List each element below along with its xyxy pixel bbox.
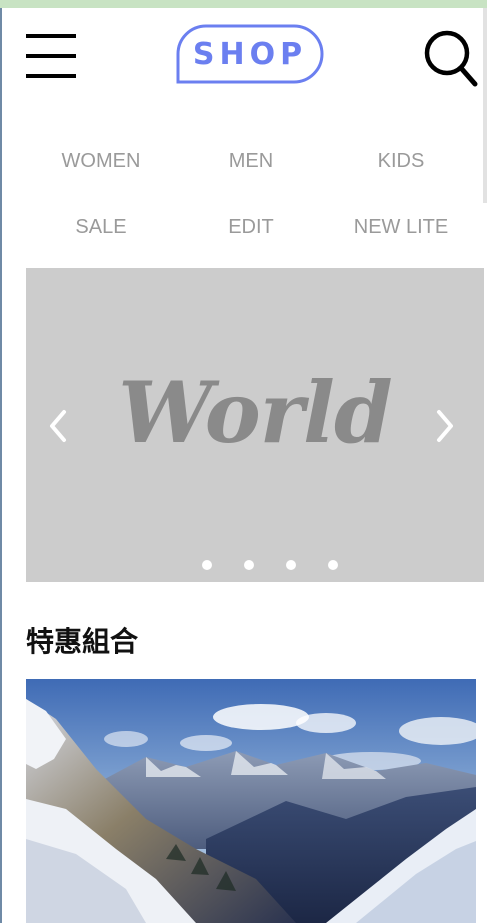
category-nav: WOMEN MEN KIDS SALE EDIT NEW LITE	[26, 128, 476, 260]
shop-logo[interactable]: SHOP	[176, 24, 324, 84]
chevron-right-icon[interactable]	[431, 406, 459, 446]
carousel-dot[interactable]	[286, 560, 296, 570]
nav-item-kids[interactable]: KIDS	[326, 128, 476, 194]
carousel-dot[interactable]	[328, 560, 338, 570]
carousel-dot[interactable]	[244, 560, 254, 570]
carousel-slide-text: World	[118, 363, 392, 462]
menu-bar	[26, 54, 76, 58]
carousel-dot[interactable]	[202, 560, 212, 570]
nav-item-women[interactable]: WOMEN	[26, 128, 176, 194]
nav-item-sale[interactable]: SALE	[26, 194, 176, 260]
featured-mountain-image[interactable]	[26, 679, 476, 923]
hero-carousel[interactable]: World	[26, 268, 484, 582]
nav-item-new-lite[interactable]: NEW LITE	[326, 194, 476, 260]
menu-bar	[26, 74, 76, 78]
nav-item-men[interactable]: MEN	[176, 128, 326, 194]
window-edge	[0, 8, 2, 923]
section-title: 特惠組合	[26, 625, 139, 658]
logo-text: SHOP	[192, 36, 308, 72]
menu-bar	[26, 34, 76, 38]
carousel-dots	[202, 560, 362, 572]
browser-top-strip	[0, 0, 487, 8]
chevron-left-icon[interactable]	[44, 406, 72, 446]
search-icon[interactable]	[424, 30, 478, 88]
site-header: SHOP	[0, 8, 487, 118]
hamburger-menu-icon[interactable]	[26, 34, 76, 80]
nav-item-edit[interactable]: EDIT	[176, 194, 326, 260]
